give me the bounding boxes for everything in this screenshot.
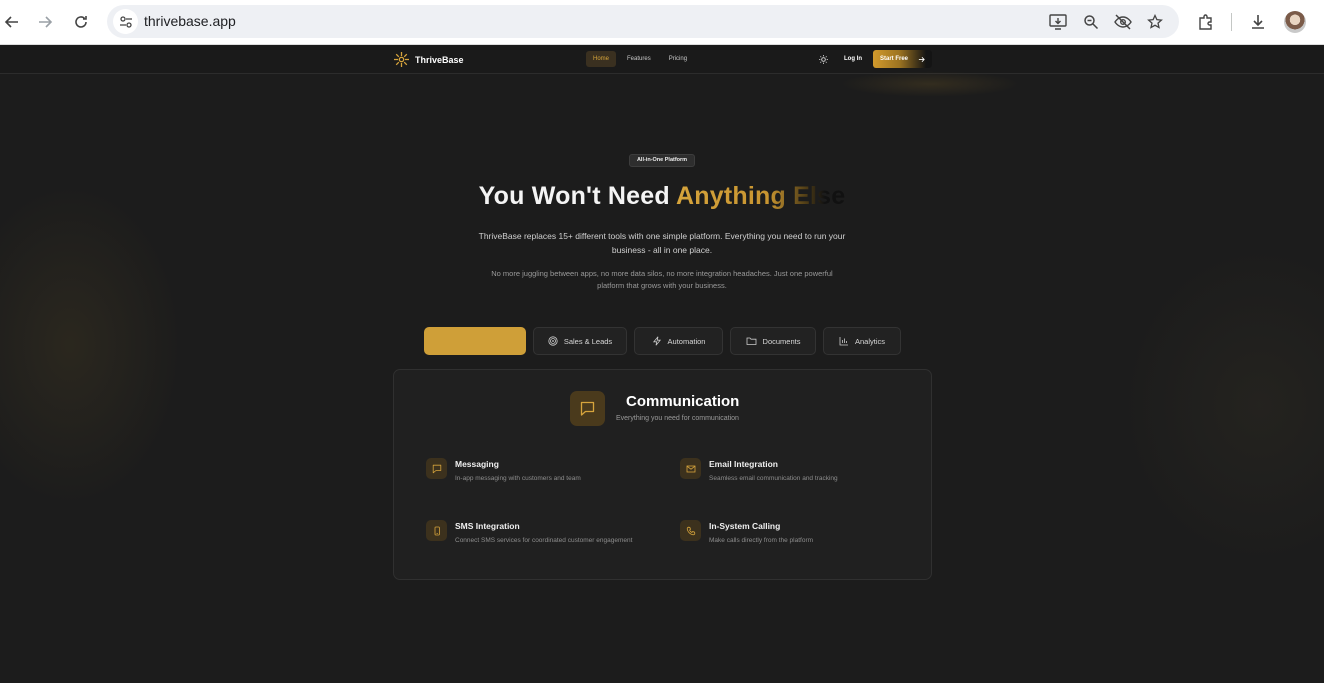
feature-item-email: Email Integration Seamless email communi…	[680, 458, 920, 488]
site-info-icon[interactable]	[113, 9, 138, 34]
forward-icon[interactable]	[33, 10, 57, 34]
brand-name: ThriveBase	[415, 54, 464, 65]
chat-icon	[570, 391, 605, 426]
main-menu: Home Features Pricing	[586, 51, 694, 67]
feature-item-calling: In-System Calling Make calls directly fr…	[680, 520, 920, 550]
tab-label: Analytics	[854, 336, 885, 346]
folder-icon	[746, 337, 756, 345]
install-app-icon[interactable]	[1048, 12, 1068, 32]
feature-description: In-app messaging with customers and team	[455, 475, 581, 482]
browser-toolbar: thrivebase.app	[0, 0, 1324, 45]
menu-item-features[interactable]: Features	[620, 51, 658, 67]
tab-label: Documents	[762, 336, 801, 346]
start-free-label: Start Free	[880, 56, 909, 62]
feature-item-messaging: Messaging In-app messaging with customer…	[426, 458, 666, 488]
feature-title: Email Integration	[709, 459, 778, 469]
hero-title: You Won't Need Anything Else	[0, 182, 1324, 211]
feature-title: SMS Integration	[455, 521, 520, 531]
site-header: ThriveBase Home Features Pricing Log In …	[0, 45, 1324, 74]
start-free-button[interactable]: Start Free	[873, 50, 932, 68]
hero-subtitle-secondary: No more juggling between apps, no more d…	[491, 269, 833, 290]
tab-sales-leads[interactable]: Sales & Leads	[533, 327, 627, 355]
profile-avatar[interactable]	[1284, 11, 1306, 33]
tab-documents[interactable]: Documents	[730, 327, 816, 355]
menu-item-home[interactable]: Home	[586, 51, 617, 67]
eye-off-icon[interactable]	[1113, 12, 1133, 32]
menu-item-pricing[interactable]: Pricing	[662, 51, 694, 67]
phone-icon	[680, 520, 701, 541]
reload-icon[interactable]	[69, 10, 93, 34]
tab-label: Automation	[667, 336, 706, 346]
feature-card: Communication Everything you need for co…	[393, 369, 932, 580]
card-subtitle: Everything you need for communication	[616, 415, 739, 422]
brand-logo[interactable]: ThriveBase	[393, 51, 464, 68]
chat-icon	[426, 458, 447, 479]
mail-icon	[680, 458, 701, 479]
feature-description: Seamless email communication and trackin…	[709, 475, 838, 482]
feature-title: In-System Calling	[709, 521, 781, 531]
bar-chart-icon	[839, 337, 848, 346]
phone-device-icon	[426, 520, 447, 541]
address-bar[interactable]: thrivebase.app	[107, 5, 1179, 38]
hero-title-lead: You Won't Need	[478, 182, 670, 210]
tab-analytics[interactable]: Analytics	[823, 327, 901, 355]
lightning-icon	[652, 336, 661, 346]
target-icon	[548, 336, 558, 346]
feature-description: Make calls directly from the platform	[709, 537, 814, 544]
download-icon[interactable]	[1247, 11, 1269, 33]
back-icon[interactable]	[0, 10, 24, 34]
tab-label: Sales & Leads	[563, 336, 613, 346]
toolbar-divider	[1231, 13, 1232, 31]
feature-description: Connect SMS services for coordinated cus…	[455, 537, 633, 544]
bookmark-star-icon[interactable]	[1145, 12, 1165, 32]
login-button[interactable]: Log In	[838, 51, 868, 67]
category-tabs: Sales & Leads Automation Documents Analy…	[0, 327, 1324, 355]
page-content: ThriveBase Home Features Pricing Log In …	[0, 45, 1324, 683]
hero-title-highlight: Anything Else	[676, 182, 846, 210]
tab-automation[interactable]: Automation	[634, 327, 723, 355]
sun-icon[interactable]	[817, 53, 829, 65]
zoom-icon[interactable]	[1081, 12, 1101, 32]
tab-communication[interactable]	[424, 327, 526, 355]
feature-item-sms: SMS Integration Connect SMS services for…	[426, 520, 666, 550]
extensions-icon[interactable]	[1195, 11, 1217, 33]
header-glow	[840, 71, 1020, 97]
url-text[interactable]: thrivebase.app	[144, 13, 236, 29]
sparkle-logo-icon	[394, 52, 409, 67]
hero-subtitle: ThriveBase replaces 15+ different tools …	[478, 231, 846, 255]
platform-badge: All-in-One Platform	[629, 154, 695, 167]
feature-title: Messaging	[455, 459, 499, 469]
card-title: Communication	[626, 393, 740, 410]
arrow-right-icon	[918, 56, 925, 62]
